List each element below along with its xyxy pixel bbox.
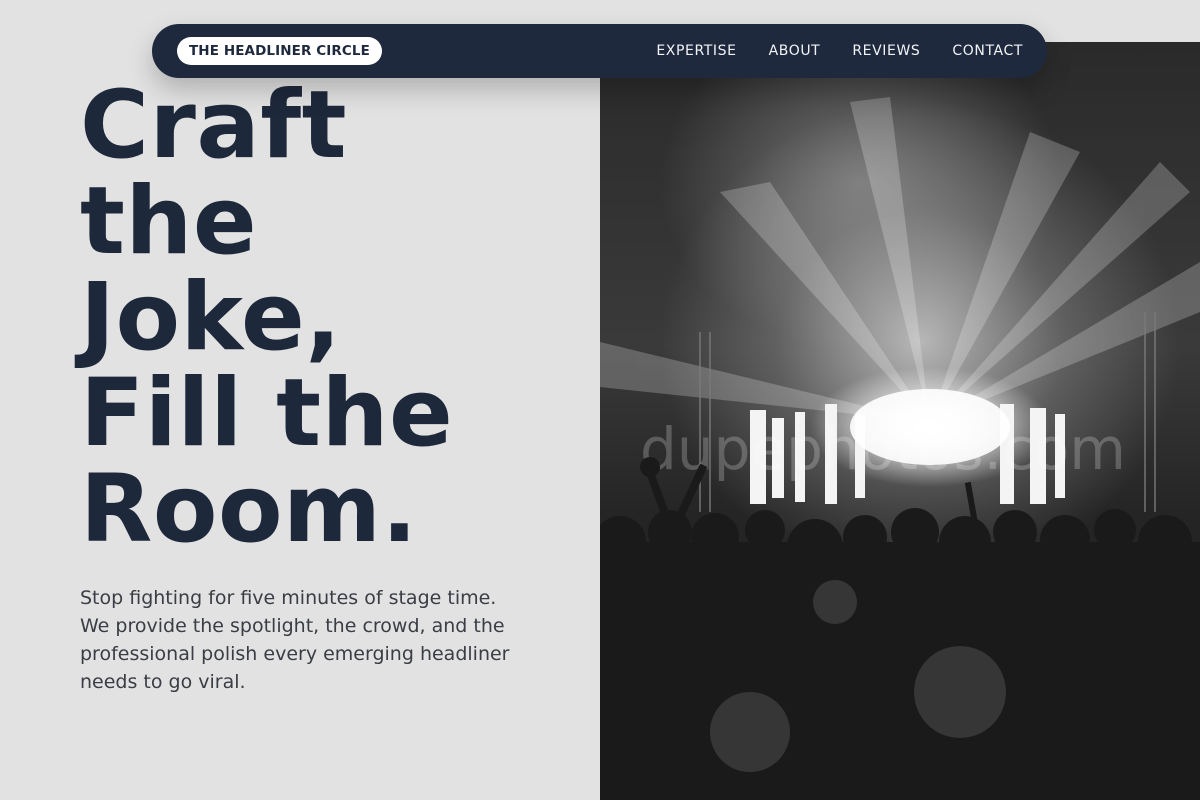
headline-line: Fill the — [80, 359, 454, 468]
nav-link-expertise[interactable]: EXPERTISE — [656, 43, 736, 59]
concert-crowd-image: dupephotos.com — [600, 42, 1200, 800]
concert-crowd-illustration: dupephotos.com — [600, 97, 1200, 800]
headline-line: Room. — [80, 455, 418, 564]
nav-link-contact[interactable]: CONTACT — [952, 43, 1023, 59]
navigation-bar: THE HEADLINER CIRCLE EXPERTISE ABOUT REV… — [152, 24, 1047, 78]
headline-line: Craft — [80, 71, 348, 180]
nav-link-about[interactable]: ABOUT — [769, 43, 821, 59]
watermark-text: dupephotos.com — [640, 415, 1126, 483]
brand-logo[interactable]: THE HEADLINER CIRCLE — [177, 37, 382, 65]
headline-line: Joke, — [80, 263, 342, 372]
hero-subtitle: Stop fighting for five minutes of stage … — [80, 587, 510, 693]
headline-line: the — [80, 167, 258, 276]
nav-link-reviews[interactable]: REVIEWS — [852, 43, 920, 59]
nav-links: EXPERTISE ABOUT REVIEWS CONTACT — [656, 43, 1023, 59]
hero-headline: Craft the Joke, Fill the Room. — [80, 78, 580, 558]
page: dupephotos.com THE HEADLINER CIRCLE EXPE… — [0, 0, 1200, 800]
